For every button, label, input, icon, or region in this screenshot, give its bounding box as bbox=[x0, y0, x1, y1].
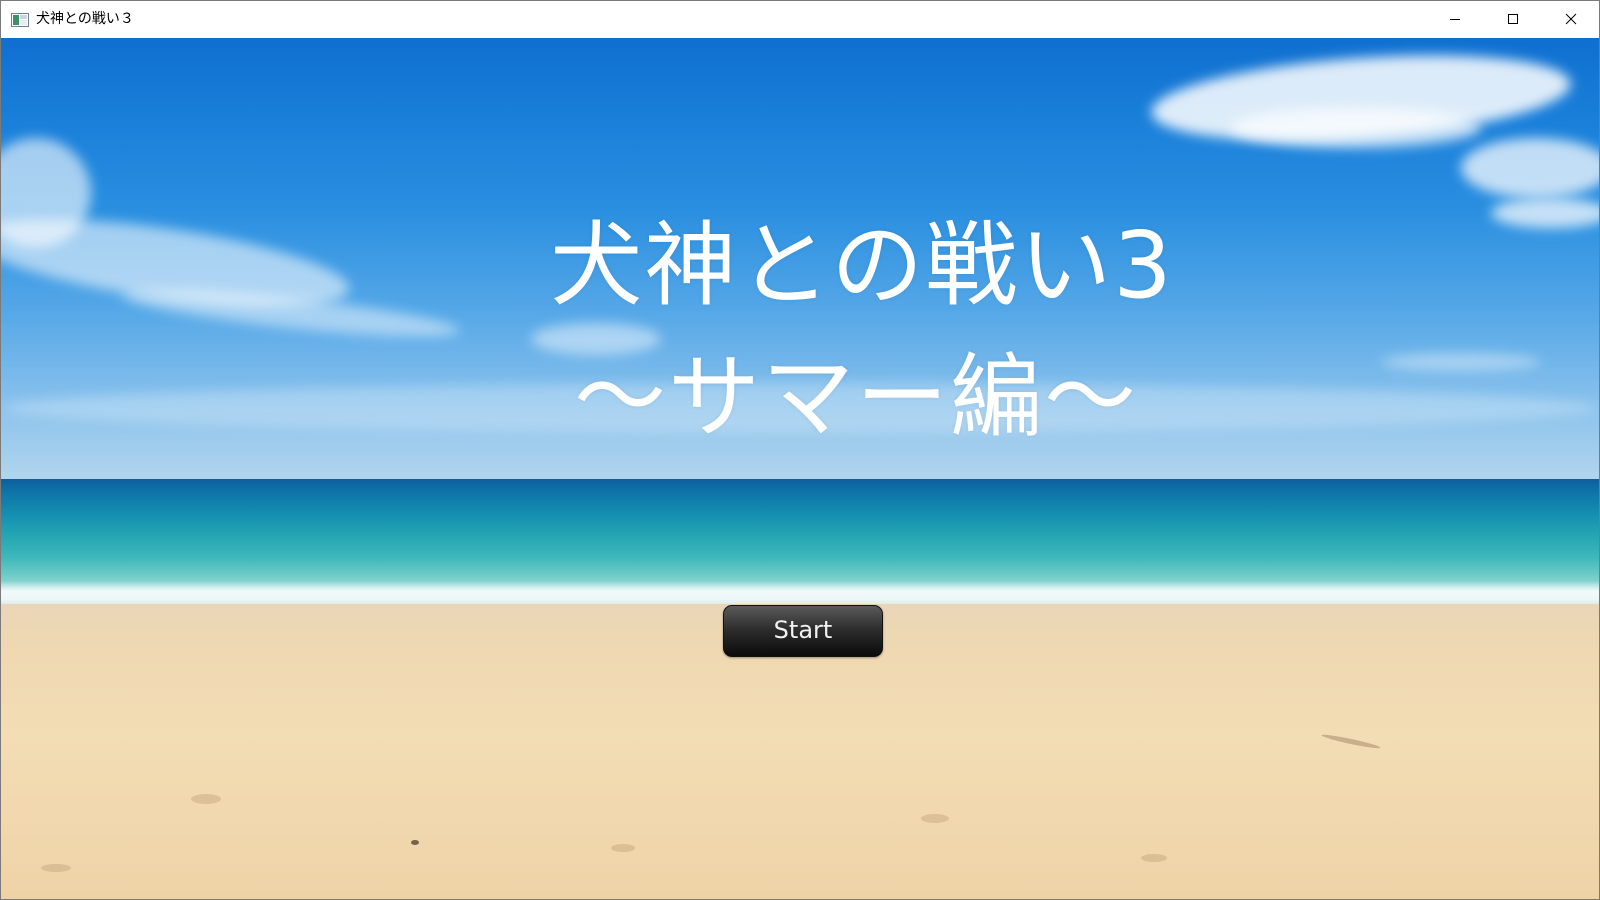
close-button[interactable] bbox=[1542, 1, 1599, 38]
game-title-subtitle: ～サマー編～ bbox=[573, 344, 1138, 451]
sand-speck bbox=[191, 794, 221, 804]
game-window: 犬神との戦い３ 犬神との戦い3 ～サマー編～ Start bbox=[0, 0, 1600, 900]
sand-speck bbox=[1321, 732, 1381, 751]
sand-speck bbox=[1141, 854, 1167, 862]
maximize-button[interactable] bbox=[1484, 1, 1542, 38]
sand-speck bbox=[41, 864, 71, 872]
window-title: 犬神との戦い３ bbox=[36, 11, 134, 27]
minimize-button[interactable] bbox=[1426, 1, 1484, 38]
sand-speck bbox=[411, 840, 419, 845]
minimize-icon bbox=[1449, 10, 1461, 29]
game-scene: 犬神との戦い3 ～サマー編～ Start bbox=[1, 38, 1599, 899]
game-title-main: 犬神との戦い3 bbox=[550, 212, 1174, 319]
start-button[interactable]: Start bbox=[723, 605, 883, 657]
app-window-icon bbox=[11, 12, 29, 27]
cloud bbox=[1461, 138, 1599, 198]
maximize-icon bbox=[1507, 10, 1519, 29]
cloud bbox=[1231, 108, 1481, 148]
sand-speck bbox=[611, 844, 635, 852]
title-bar[interactable]: 犬神との戦い３ bbox=[1, 1, 1599, 38]
sand-speck bbox=[921, 814, 949, 823]
close-icon bbox=[1565, 10, 1577, 29]
